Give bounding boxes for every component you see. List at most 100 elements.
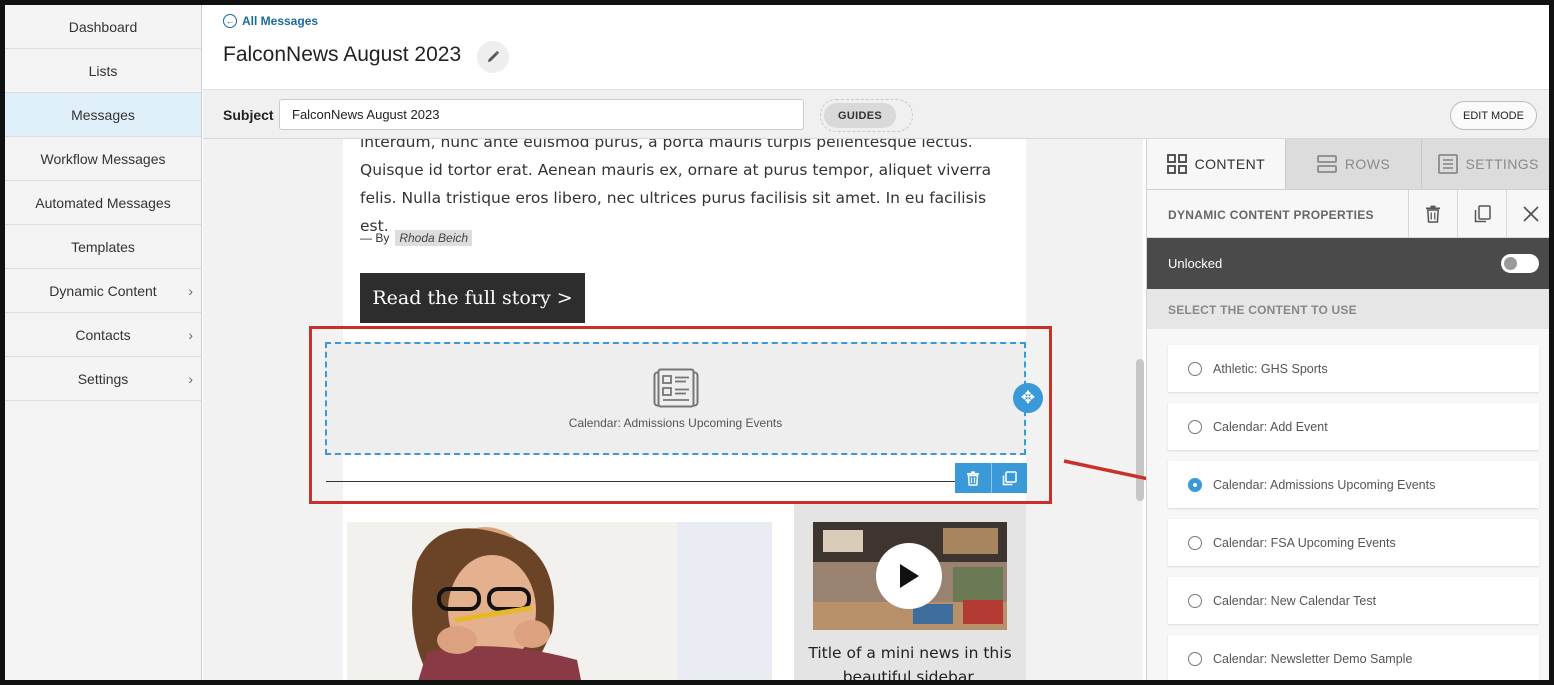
play-button[interactable]	[876, 543, 942, 609]
grid-icon	[1166, 154, 1187, 174]
sidebar-item-label: Dynamic Content	[49, 282, 157, 299]
radio-button[interactable]	[1188, 651, 1202, 666]
radio-button[interactable]	[1188, 535, 1202, 550]
byline: — By Rhoda Beich	[360, 230, 473, 246]
sidebar-item-label: Lists	[88, 62, 118, 79]
back-link-label: All Messages	[242, 14, 319, 28]
trash-icon	[1426, 205, 1440, 223]
content-option[interactable]: Calendar: Newsletter Demo Sample	[1168, 635, 1539, 680]
sidebar: Dashboard Lists Messages Workflow Messag…	[5, 5, 202, 680]
option-label: Calendar: Add Event	[1213, 419, 1328, 434]
tab-label: CONTENT	[1194, 156, 1266, 172]
tab-content[interactable]: CONTENT	[1147, 139, 1285, 189]
select-content-title: SELECT THE CONTENT TO USE	[1168, 303, 1357, 317]
radio-button[interactable]	[1188, 361, 1202, 376]
video-thumbnail[interactable]	[813, 522, 1007, 630]
toggle-knob	[1504, 257, 1517, 270]
pencil-icon	[488, 50, 500, 62]
sidebar-item-lists[interactable]: Lists	[5, 49, 201, 93]
rows-icon	[1317, 155, 1337, 173]
sidebar-item-label: Contacts	[75, 326, 131, 343]
option-label: Calendar: Newsletter Demo Sample	[1213, 651, 1413, 666]
duplicate-button[interactable]	[1457, 190, 1506, 238]
properties-panel: CONTENT ROWS SETTINGS DYNAMIC CONTENT PR…	[1146, 139, 1549, 680]
play-icon	[900, 564, 919, 588]
radio-button[interactable]	[1188, 419, 1202, 434]
content-option[interactable]: Athletic: GHS Sports	[1168, 345, 1539, 392]
chevron-right-icon: ›	[188, 282, 193, 299]
sidebar-item-automated-messages[interactable]: Automated Messages	[5, 181, 201, 225]
sidebar-item-label: Automated Messages	[35, 194, 171, 211]
trash-icon	[967, 470, 979, 486]
copy-icon	[1474, 205, 1491, 223]
byline-prefix: — By	[360, 231, 390, 245]
subject-label: Subject	[223, 107, 274, 123]
sidebar-item-dynamic-content[interactable]: Dynamic Content ›	[5, 269, 201, 313]
lock-status-label: Unlocked	[1168, 256, 1223, 271]
guides-toggle-wrapper: GUIDES	[820, 99, 913, 132]
page-header: ← All Messages FalconNews August 2023	[203, 5, 1549, 89]
guides-button[interactable]: GUIDES	[824, 103, 896, 128]
divider-line	[326, 481, 956, 482]
lock-row: Unlocked	[1147, 238, 1549, 289]
content-option[interactable]: Calendar: Add Event	[1168, 403, 1539, 450]
author-tag[interactable]: Rhoda Beich	[395, 230, 473, 246]
tab-settings[interactable]: SETTINGS	[1421, 139, 1549, 189]
sidebar-item-settings[interactable]: Settings ›	[5, 357, 201, 401]
email-body: interdum, nunc ante euismod purus, a por…	[325, 139, 1043, 680]
content-option[interactable]: Calendar: New Calendar Test	[1168, 577, 1539, 624]
article-text[interactable]: interdum, nunc ante euismod purus, a por…	[360, 139, 1000, 240]
properties-title: DYNAMIC CONTENT PROPERTIES	[1168, 208, 1374, 222]
sidebar-item-messages[interactable]: Messages	[5, 93, 201, 137]
sidebar-item-dashboard[interactable]: Dashboard	[5, 5, 201, 49]
edit-title-button[interactable]	[477, 41, 509, 73]
option-label: Calendar: Admissions Upcoming Events	[1213, 477, 1436, 492]
content-option-selected[interactable]: Calendar: Admissions Upcoming Events	[1168, 461, 1539, 508]
duplicate-block-button[interactable]	[991, 463, 1027, 493]
article-photo[interactable]	[347, 522, 772, 680]
subject-bar: Subject FalconNews August 2023 GUIDES ED…	[203, 89, 1549, 139]
tab-label: SETTINGS	[1465, 156, 1539, 172]
content-option-list: Athletic: GHS Sports Calendar: Add Event…	[1168, 345, 1539, 680]
chevron-right-icon: ›	[188, 370, 193, 387]
delete-block-button[interactable]	[955, 463, 991, 493]
panel-tabs: CONTENT ROWS SETTINGS	[1147, 139, 1549, 190]
dynamic-content-icon	[653, 368, 698, 407]
tab-rows[interactable]: ROWS	[1284, 139, 1422, 189]
option-label: Calendar: FSA Upcoming Events	[1213, 535, 1396, 550]
lock-toggle[interactable]	[1501, 254, 1539, 273]
sidebar-news-card: Title of a mini news in this beautiful s…	[794, 501, 1026, 680]
canvas-scrollbar[interactable]	[1136, 359, 1144, 501]
woman-with-pencil-image	[347, 522, 772, 680]
subject-input[interactable]: FalconNews August 2023	[279, 99, 804, 130]
dynamic-content-label: Calendar: Admissions Upcoming Events	[568, 415, 783, 430]
read-full-story-button[interactable]: Read the full story >	[360, 273, 585, 323]
option-label: Athletic: GHS Sports	[1213, 361, 1328, 376]
close-button[interactable]	[1506, 190, 1549, 238]
content-option[interactable]: Calendar: FSA Upcoming Events	[1168, 519, 1539, 566]
sidebar-item-workflow-messages[interactable]: Workflow Messages	[5, 137, 201, 181]
sidebar-item-contacts[interactable]: Contacts ›	[5, 313, 201, 357]
edit-mode-button[interactable]: EDIT MODE	[1450, 101, 1537, 130]
sidebar-item-label: Settings	[77, 370, 129, 387]
sidebar-item-templates[interactable]: Templates	[5, 225, 201, 269]
sidebar-card-title[interactable]: Title of a mini news in this beautiful s…	[804, 641, 1016, 680]
sidebar-item-label: Messages	[71, 106, 135, 123]
page-title: FalconNews August 2023	[223, 43, 462, 66]
select-content-header: SELECT THE CONTENT TO USE	[1147, 289, 1549, 329]
sidebar-item-label: Templates	[71, 238, 135, 255]
back-link[interactable]: ← All Messages	[223, 14, 318, 28]
app-window: Dashboard Lists Messages Workflow Messag…	[0, 0, 1554, 685]
tab-label: ROWS	[1344, 156, 1391, 172]
dynamic-content-block[interactable]: Calendar: Admissions Upcoming Events	[325, 342, 1026, 455]
radio-button-selected[interactable]	[1188, 477, 1202, 492]
radio-button[interactable]	[1188, 593, 1202, 608]
option-label: Calendar: New Calendar Test	[1213, 593, 1377, 608]
move-handle-icon[interactable]: ✥	[1013, 383, 1043, 413]
sidebar-item-label: Workflow Messages	[40, 150, 166, 167]
list-icon	[1437, 154, 1458, 174]
chevron-right-icon: ›	[188, 326, 193, 343]
delete-button[interactable]	[1408, 190, 1457, 238]
sidebar-item-label: Dashboard	[68, 18, 138, 35]
copy-icon	[1002, 470, 1017, 485]
